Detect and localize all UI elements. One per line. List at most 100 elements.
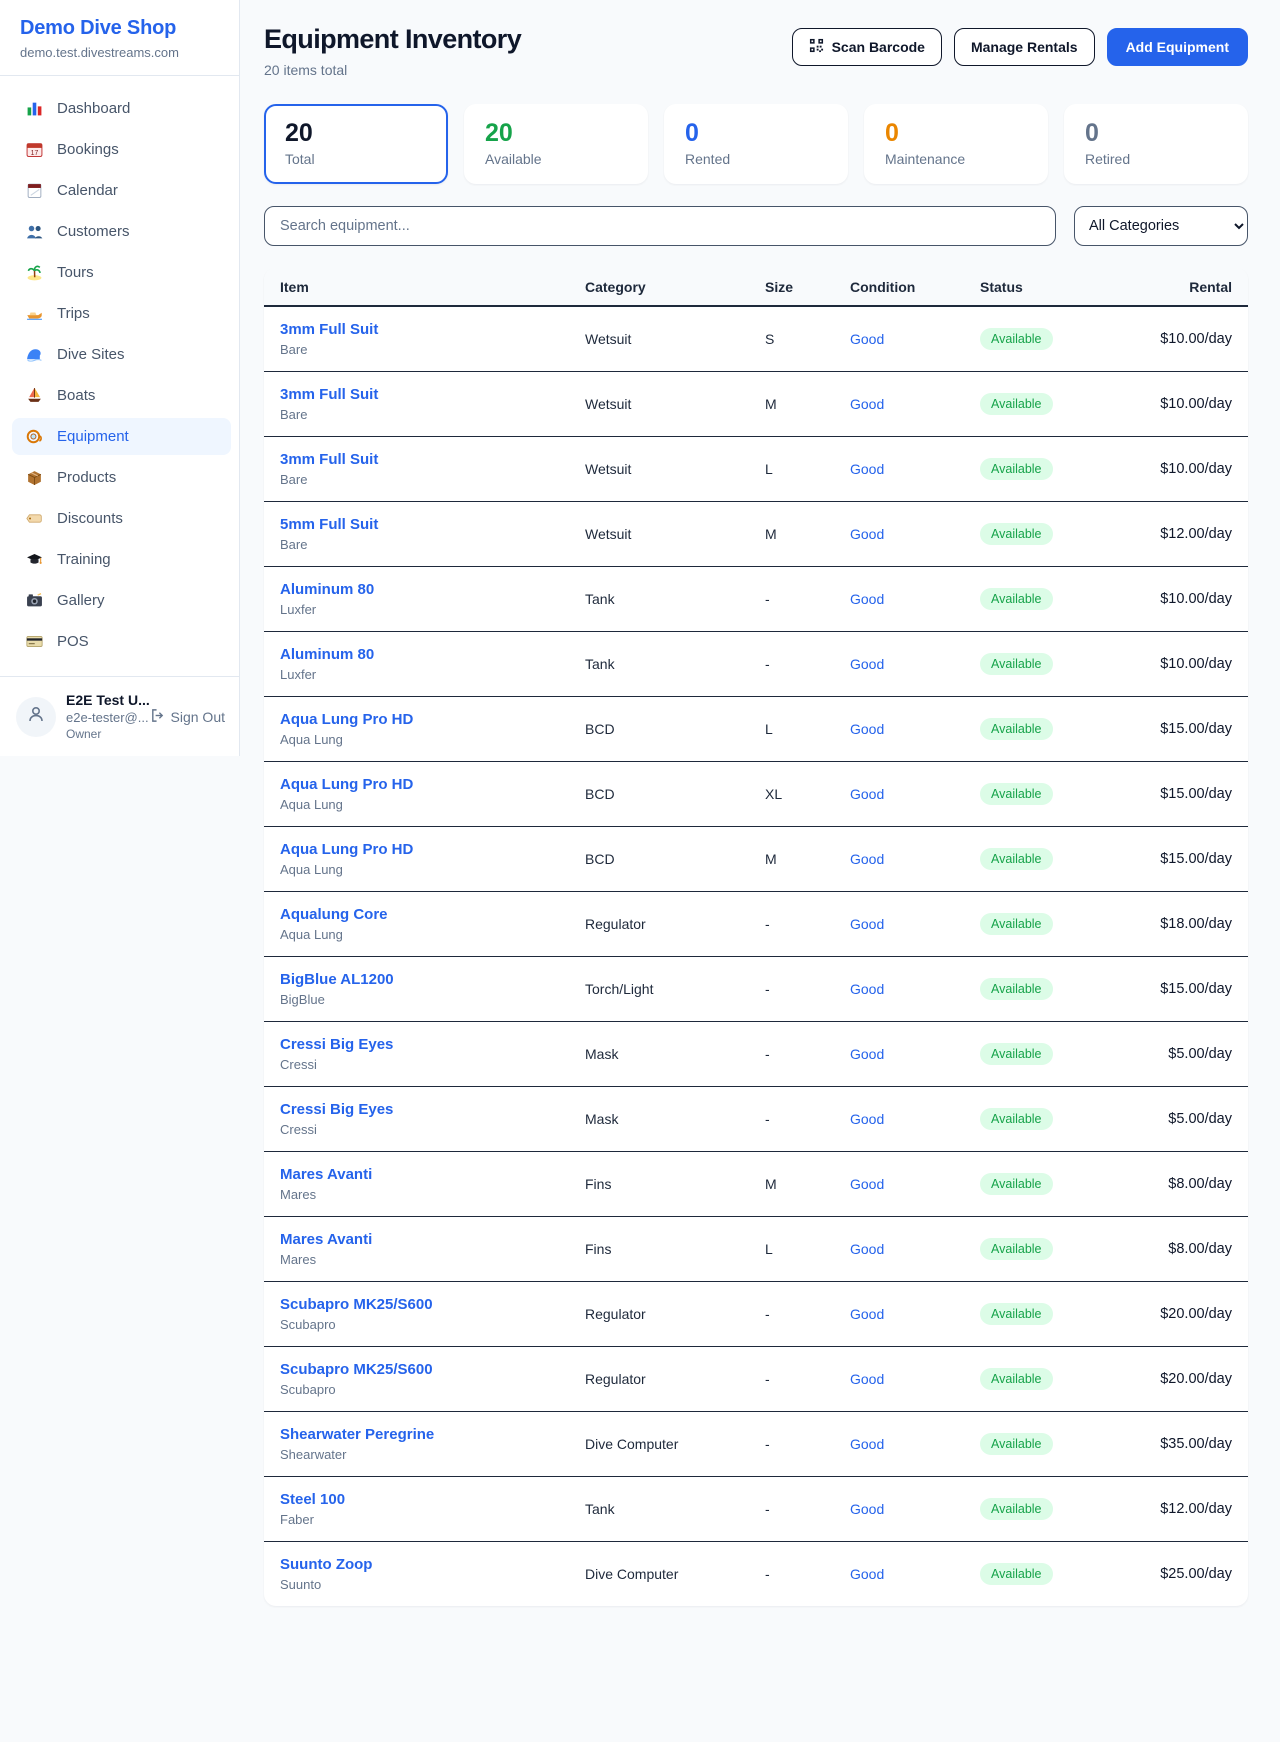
condition-link[interactable]: Good (850, 1501, 884, 1517)
item-name-link[interactable]: Aqua Lung Pro HD (280, 711, 413, 728)
condition-link[interactable]: Good (850, 851, 884, 867)
user-box: E2E Test U... e2e-tester@... Owner Sign … (0, 676, 239, 756)
table-row: 3mm Full SuitBareWetsuitMGoodAvailable$1… (264, 372, 1248, 437)
stat-card-total[interactable]: 20Total (264, 104, 448, 184)
sidebar-item-tours[interactable]: Tours (12, 254, 231, 291)
item-brand: Luxfer (280, 667, 553, 682)
condition-link[interactable]: Good (850, 981, 884, 997)
scan-barcode-label: Scan Barcode (832, 39, 925, 55)
products-icon (24, 470, 44, 486)
item-rental-price: $12.00/day (1116, 502, 1248, 567)
manage-rentals-button[interactable]: Manage Rentals (954, 28, 1095, 66)
item-name-link[interactable]: Mares Avanti (280, 1166, 372, 1183)
sign-out-label: Sign Out (171, 709, 225, 725)
condition-link[interactable]: Good (850, 1111, 884, 1127)
condition-link[interactable]: Good (850, 721, 884, 737)
status-badge: Available (980, 653, 1053, 675)
item-name-link[interactable]: Shearwater Peregrine (280, 1426, 434, 1443)
stat-card-retired[interactable]: 0Retired (1064, 104, 1248, 184)
condition-link[interactable]: Good (850, 1371, 884, 1387)
sidebar-item-training[interactable]: Training (12, 541, 231, 578)
condition-link[interactable]: Good (850, 656, 884, 672)
item-brand: Aqua Lung (280, 797, 553, 812)
item-name-link[interactable]: BigBlue AL1200 (280, 971, 394, 988)
condition-link[interactable]: Good (850, 396, 884, 412)
condition-link[interactable]: Good (850, 1176, 884, 1192)
stat-label: Maintenance (885, 151, 1027, 167)
item-size: S (749, 306, 834, 372)
item-rental-price: $5.00/day (1116, 1087, 1248, 1152)
condition-link[interactable]: Good (850, 331, 884, 347)
item-brand: Faber (280, 1512, 553, 1527)
sidebar: Demo Dive Shop demo.test.divestreams.com… (0, 0, 240, 756)
item-brand: Shearwater (280, 1447, 553, 1462)
item-name-link[interactable]: Cressi Big Eyes (280, 1036, 393, 1053)
item-category: Wetsuit (569, 306, 749, 372)
brand-block: Demo Dive Shop demo.test.divestreams.com (0, 0, 239, 76)
item-name-link[interactable]: Aluminum 80 (280, 646, 374, 663)
condition-link[interactable]: Good (850, 786, 884, 802)
sidebar-item-dashboard[interactable]: Dashboard (12, 90, 231, 127)
condition-link[interactable]: Good (850, 1566, 884, 1582)
sidebar-item-label: Boats (57, 387, 95, 404)
sidebar-item-gallery[interactable]: Gallery (12, 582, 231, 619)
item-name-link[interactable]: 3mm Full Suit (280, 321, 378, 338)
sidebar-item-label: Discounts (57, 510, 123, 527)
condition-link[interactable]: Good (850, 1241, 884, 1257)
sidebar-item-products[interactable]: Products (12, 459, 231, 496)
sidebar-item-pos[interactable]: POS (12, 623, 231, 660)
sidebar-item-bookings[interactable]: 17Bookings (12, 131, 231, 168)
column-header-category: Category (569, 268, 749, 306)
sidebar-item-boats[interactable]: Boats (12, 377, 231, 414)
stat-label: Rented (685, 151, 827, 167)
scan-barcode-button[interactable]: Scan Barcode (792, 28, 942, 66)
item-name-link[interactable]: Aqualung Core (280, 906, 388, 923)
table-row: Scubapro MK25/S600ScubaproRegulator-Good… (264, 1347, 1248, 1412)
sidebar-item-calendar[interactable]: Calendar (12, 172, 231, 209)
category-select[interactable]: All Categories (1074, 206, 1248, 246)
item-name-link[interactable]: Aqua Lung Pro HD (280, 841, 413, 858)
add-equipment-button[interactable]: Add Equipment (1107, 28, 1248, 66)
sign-out-button[interactable]: Sign Out (150, 708, 225, 726)
item-name-link[interactable]: Scubapro MK25/S600 (280, 1296, 433, 1313)
item-name-link[interactable]: Aluminum 80 (280, 581, 374, 598)
item-size: - (749, 632, 834, 697)
condition-link[interactable]: Good (850, 461, 884, 477)
status-badge: Available (980, 1173, 1053, 1195)
sidebar-item-label: Products (57, 469, 116, 486)
stat-card-rented[interactable]: 0Rented (664, 104, 848, 184)
search-input[interactable] (264, 206, 1056, 246)
item-name-link[interactable]: Suunto Zoop (280, 1556, 372, 1573)
condition-link[interactable]: Good (850, 916, 884, 932)
sidebar-item-discounts[interactable]: Discounts (12, 500, 231, 537)
item-category: Regulator (569, 1282, 749, 1347)
status-badge: Available (980, 1238, 1053, 1260)
sidebar-item-equipment[interactable]: Equipment (12, 418, 231, 455)
condition-link[interactable]: Good (850, 591, 884, 607)
sidebar-item-dive-sites[interactable]: Dive Sites (12, 336, 231, 373)
item-name-link[interactable]: Cressi Big Eyes (280, 1101, 393, 1118)
sidebar-item-trips[interactable]: Trips (12, 295, 231, 332)
item-brand: Cressi (280, 1122, 553, 1137)
condition-link[interactable]: Good (850, 1306, 884, 1322)
item-name-link[interactable]: 3mm Full Suit (280, 451, 378, 468)
condition-link[interactable]: Good (850, 1436, 884, 1452)
item-name-link[interactable]: Aqua Lung Pro HD (280, 776, 413, 793)
item-name-link[interactable]: Scubapro MK25/S600 (280, 1361, 433, 1378)
sidebar-item-customers[interactable]: Customers (12, 213, 231, 250)
shop-domain: demo.test.divestreams.com (20, 45, 219, 60)
item-name-link[interactable]: Steel 100 (280, 1491, 345, 1508)
item-category: Tank (569, 1477, 749, 1542)
condition-link[interactable]: Good (850, 526, 884, 542)
item-size: M (749, 827, 834, 892)
column-header-status: Status (964, 268, 1116, 306)
item-size: - (749, 957, 834, 1022)
item-name-link[interactable]: Mares Avanti (280, 1231, 372, 1248)
user-name: E2E Test U... (66, 692, 140, 708)
stat-card-maintenance[interactable]: 0Maintenance (864, 104, 1048, 184)
stat-card-available[interactable]: 20Available (464, 104, 648, 184)
condition-link[interactable]: Good (850, 1046, 884, 1062)
item-name-link[interactable]: 5mm Full Suit (280, 516, 378, 533)
item-name-link[interactable]: 3mm Full Suit (280, 386, 378, 403)
column-header-item: Item (264, 268, 569, 306)
